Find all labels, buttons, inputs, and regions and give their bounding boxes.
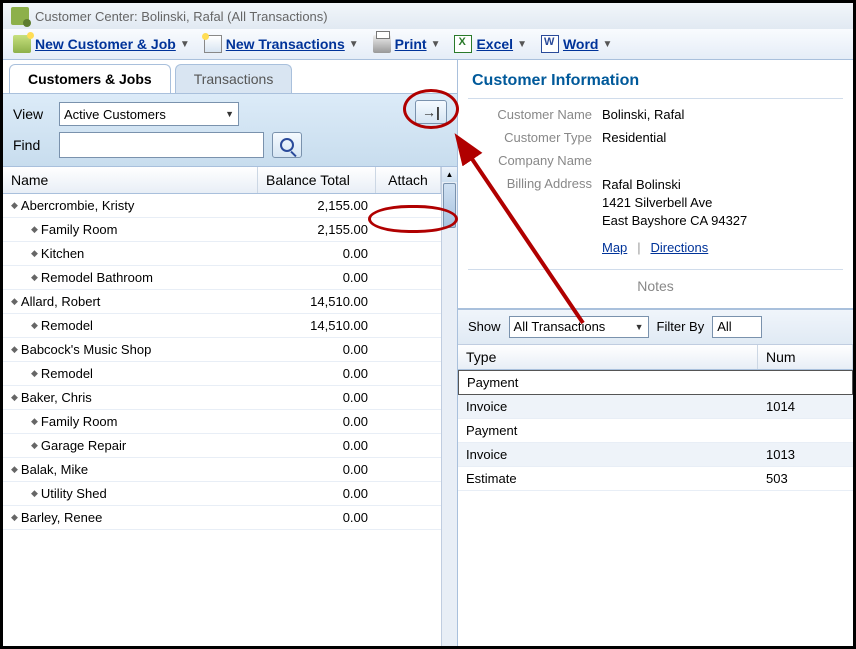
diamond-icon: ◆	[11, 200, 18, 211]
show-label: Show	[468, 319, 501, 334]
label-company-name: Company Name	[472, 153, 592, 168]
dropdown-arrow-icon: ▼	[180, 39, 190, 50]
word-icon	[541, 35, 559, 53]
customer-row[interactable]: ◆Baker, Chris0.00	[3, 386, 441, 410]
new-transactions-button[interactable]: New Transactions ▼	[204, 35, 359, 53]
value-customer-type: Residential	[602, 130, 839, 145]
dropdown-arrow-icon: ▼	[517, 39, 527, 50]
diamond-icon: ◆	[11, 464, 18, 475]
col-type[interactable]: Type	[458, 345, 758, 369]
dropdown-arrow-icon: ▼	[635, 322, 644, 332]
left-tabs: Customers & Jobs Transactions	[3, 60, 457, 94]
diamond-icon: ◆	[31, 368, 38, 379]
label-customer-type: Customer Type	[472, 130, 592, 145]
tab-transactions[interactable]: Transactions	[175, 64, 293, 93]
excel-button[interactable]: Excel ▼	[454, 35, 527, 53]
transaction-row[interactable]: Estimate503	[458, 467, 853, 491]
transaction-row[interactable]: Invoice1014	[458, 395, 853, 419]
label-customer-name: Customer Name	[472, 107, 592, 122]
customer-row[interactable]: ◆Remodel Bathroom0.00	[3, 266, 441, 290]
value-billing-address: Rafal Bolinski 1421 Silverbell Ave East …	[602, 176, 839, 231]
diamond-icon: ◆	[31, 224, 38, 235]
transaction-header: Type Num	[458, 345, 853, 370]
customer-row[interactable]: ◆Babcock's Music Shop0.00	[3, 338, 441, 362]
col-balance[interactable]: Balance Total	[258, 167, 376, 193]
value-company-name	[602, 153, 839, 168]
customer-list[interactable]: Name Balance Total Attach ◆Abercrombie, …	[3, 167, 441, 646]
customer-row[interactable]: ◆Utility Shed0.00	[3, 482, 441, 506]
diamond-icon: ◆	[31, 416, 38, 427]
show-select[interactable]: All Transactions ▼	[509, 316, 649, 338]
list-scrollbar[interactable]: ▲	[441, 167, 457, 646]
value-customer-name: Bolinski, Rafal	[602, 107, 839, 122]
collapse-pane-button[interactable]: →|	[415, 100, 447, 124]
customer-list-header: Name Balance Total Attach	[3, 167, 441, 194]
find-search-button[interactable]	[272, 132, 302, 158]
window-titlebar: Customer Center: Bolinski, Rafal (All Tr…	[3, 3, 853, 29]
col-attach[interactable]: Attach	[376, 167, 441, 193]
diamond-icon: ◆	[11, 296, 18, 307]
filter-by-label: Filter By	[657, 319, 705, 334]
window-title: Customer Center: Bolinski, Rafal (All Tr…	[35, 9, 328, 24]
find-input[interactable]	[59, 132, 264, 158]
collapse-arrow-icon: →|	[422, 104, 440, 120]
diamond-icon: ◆	[31, 272, 38, 283]
directions-link[interactable]: Directions	[650, 240, 708, 255]
customer-row[interactable]: ◆Family Room0.00	[3, 410, 441, 434]
new-customer-icon	[13, 35, 31, 53]
dropdown-arrow-icon: ▼	[349, 39, 359, 50]
col-name[interactable]: Name	[3, 167, 258, 193]
word-button[interactable]: Word ▼	[541, 35, 612, 53]
dropdown-arrow-icon: ▼	[225, 109, 234, 119]
customer-row[interactable]: ◆Kitchen0.00	[3, 242, 441, 266]
scroll-up-icon[interactable]: ▲	[442, 167, 457, 182]
excel-icon	[454, 35, 472, 53]
view-select[interactable]: Active Customers ▼	[59, 102, 239, 126]
view-label: View	[13, 106, 51, 122]
dropdown-arrow-icon: ▼	[602, 39, 612, 50]
filter-by-select[interactable]: All	[712, 316, 762, 338]
tab-customers-jobs[interactable]: Customers & Jobs	[9, 64, 171, 93]
notes-label: Notes	[468, 269, 843, 308]
find-label: Find	[13, 137, 51, 153]
diamond-icon: ◆	[31, 248, 38, 259]
scroll-thumb[interactable]	[443, 183, 456, 228]
print-button[interactable]: Print ▼	[373, 35, 441, 53]
diamond-icon: ◆	[31, 440, 38, 451]
transaction-row[interactable]: Invoice1013	[458, 443, 853, 467]
customer-info-heading: Customer Information	[458, 68, 853, 98]
diamond-icon: ◆	[11, 512, 18, 523]
label-billing-address: Billing Address	[472, 176, 592, 231]
transaction-row[interactable]: Payment	[458, 419, 853, 443]
search-icon	[280, 138, 294, 152]
customer-row[interactable]: ◆Garage Repair0.00	[3, 434, 441, 458]
customer-row[interactable]: ◆Abercrombie, Kristy2,155.00	[3, 194, 441, 218]
transaction-row[interactable]: Payment	[458, 370, 853, 395]
customer-row[interactable]: ◆Barley, Renee0.00	[3, 506, 441, 530]
main-toolbar: New Customer & Job ▼ New Transactions ▼ …	[3, 29, 853, 60]
diamond-icon: ◆	[11, 392, 18, 403]
diamond-icon: ◆	[31, 488, 38, 499]
customer-row[interactable]: ◆Remodel0.00	[3, 362, 441, 386]
new-transaction-icon	[204, 35, 222, 53]
map-link[interactable]: Map	[602, 240, 627, 255]
customer-row[interactable]: ◆Balak, Mike0.00	[3, 458, 441, 482]
diamond-icon: ◆	[11, 344, 18, 355]
diamond-icon: ◆	[31, 320, 38, 331]
customer-row[interactable]: ◆Family Room2,155.00	[3, 218, 441, 242]
customer-row[interactable]: ◆Remodel14,510.00	[3, 314, 441, 338]
app-icon	[11, 7, 29, 25]
col-num[interactable]: Num	[758, 345, 853, 369]
print-icon	[373, 35, 391, 53]
new-customer-button[interactable]: New Customer & Job ▼	[13, 35, 190, 53]
customer-row[interactable]: ◆Allard, Robert14,510.00	[3, 290, 441, 314]
dropdown-arrow-icon: ▼	[431, 39, 441, 50]
